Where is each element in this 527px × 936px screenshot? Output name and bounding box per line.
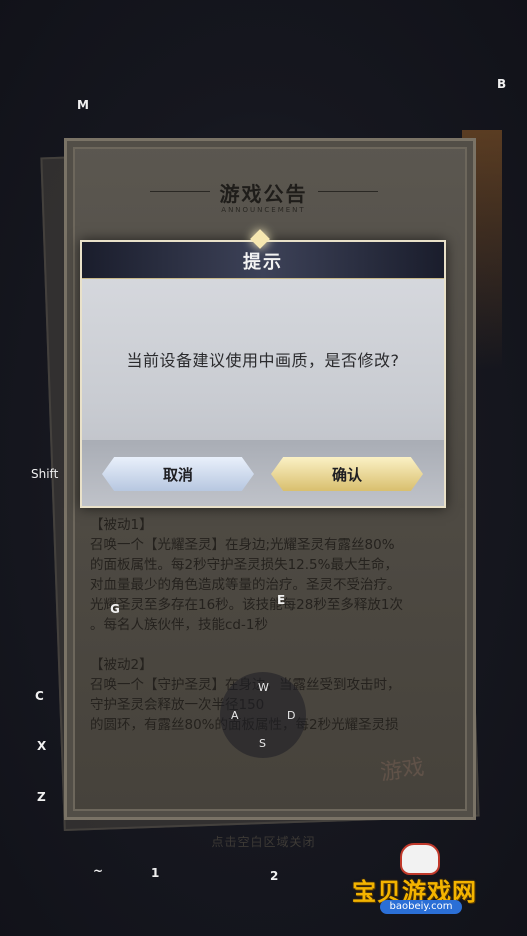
key-a[interactable]: A bbox=[231, 709, 239, 722]
key-g[interactable]: G bbox=[110, 602, 120, 616]
board-stamp: 游戏 bbox=[378, 755, 426, 786]
confirm-button[interactable]: 确认 bbox=[271, 457, 423, 491]
cancel-button[interactable]: 取消 bbox=[102, 457, 254, 491]
gamepad-icon bbox=[400, 843, 440, 875]
passive-1-heading: 【被动1】 bbox=[90, 517, 153, 533]
announcement-subtitle: ANNOUNCEMENT bbox=[221, 206, 306, 214]
key-b[interactable]: B bbox=[497, 77, 506, 91]
announcement-title: 游戏公告 bbox=[219, 182, 308, 206]
passive-1-line: 召唤一个【光耀圣灵】在身边;光耀圣灵有露丝80% bbox=[90, 537, 395, 553]
key-tilde[interactable]: ~ bbox=[93, 864, 103, 878]
key-m[interactable]: M bbox=[77, 98, 89, 112]
passive-1-line: 的面板属性。每2秒守护圣灵损失12.5%最大生命， bbox=[90, 557, 398, 573]
key-d[interactable]: D bbox=[287, 709, 295, 722]
quality-prompt-dialog: 提示 当前设备建议使用中画质，是否修改? 取消 确认 bbox=[80, 229, 446, 508]
passive-1-line: 光耀圣灵至多存在16秒。该技能每28秒至多释放1次 bbox=[90, 597, 403, 613]
close-hint[interactable]: 点击空白区域关闭 bbox=[0, 833, 527, 850]
key-shift[interactable]: Shift bbox=[31, 467, 58, 481]
passive-1-line: 。每名人族伙伴，技能cd-1秒 bbox=[90, 617, 268, 633]
key-e[interactable]: E bbox=[277, 593, 285, 607]
key-w[interactable]: W bbox=[258, 681, 269, 694]
dialog-message: 当前设备建议使用中画质，是否修改? bbox=[126, 351, 400, 370]
key-s[interactable]: S bbox=[259, 737, 266, 750]
key-c[interactable]: C bbox=[35, 689, 44, 703]
passive-1-section: 【被动1】 召唤一个【光耀圣灵】在身边;光耀圣灵有露丝80% 的面板属性。每2秒… bbox=[90, 515, 450, 635]
key-x[interactable]: X bbox=[37, 739, 46, 753]
key-1[interactable]: 1 bbox=[151, 866, 159, 880]
movement-joystick[interactable]: W A D S bbox=[220, 672, 306, 758]
key-2[interactable]: 2 bbox=[270, 869, 278, 883]
site-watermark-url: baobeiy.com bbox=[380, 900, 462, 914]
passive-1-line: 对血量最少的角色造成等量的治疗。圣灵不受治疗。 bbox=[90, 577, 401, 593]
key-z[interactable]: Z bbox=[37, 790, 46, 804]
dialog-title: 提示 bbox=[243, 252, 283, 273]
